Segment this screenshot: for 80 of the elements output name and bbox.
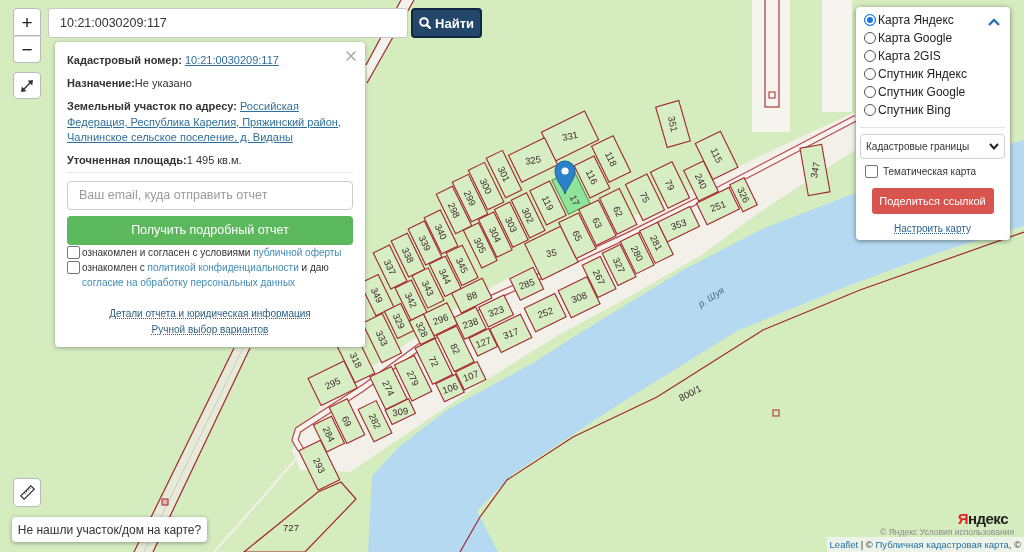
parcel-number: 267 <box>590 267 608 287</box>
field-value: Не указано <box>134 77 192 89</box>
consent-text: ознакомлен и согласен с условиями публичной оферты <box>82 245 342 260</box>
parcel-number: 305 <box>471 235 489 255</box>
parcel-number: 35 <box>545 246 558 260</box>
parcel-number: 69 <box>339 413 355 429</box>
parcel-number: 727 <box>283 521 299 533</box>
parcel-number: 333 <box>373 328 391 348</box>
parcel-number: 88 <box>464 288 479 303</box>
parcel-number: 281 <box>648 233 665 253</box>
attribution-text: | © <box>859 538 874 552</box>
parcel-number: 63 <box>590 215 605 230</box>
parcel-number: 337 <box>381 257 399 277</box>
field-label: Назначение: <box>67 77 135 89</box>
parcel-number: 309 <box>391 404 410 419</box>
parcel-number: 115 <box>708 146 725 165</box>
parcel-number: 344 <box>436 266 454 286</box>
field-label: Земельный участок по адресу: <box>67 100 237 112</box>
parcel-number: 302 <box>519 205 537 225</box>
parcel-number: 107 <box>461 367 481 384</box>
parcel-number: 299 <box>461 188 479 208</box>
parcel-number: 238 <box>460 315 480 331</box>
parcel-number: 325 <box>524 153 542 167</box>
parcel-number: 106 <box>440 380 460 396</box>
parcel-number: 65 <box>570 228 585 243</box>
parcel-number: 252 <box>535 304 555 321</box>
parcel-number: 329 <box>390 311 408 331</box>
parcel-number: 317 <box>501 325 521 342</box>
parcel-number: 298 <box>445 200 463 220</box>
parcel-number: 318 <box>347 350 365 370</box>
parcel-number: 293 <box>310 455 328 475</box>
parcel-number: 326 <box>735 185 752 205</box>
parcel-number: 800/1 <box>676 382 704 404</box>
parcel-number: 331 <box>561 128 579 144</box>
field-label: Кадастровый номер: <box>67 54 182 66</box>
parcel-number: 339 <box>416 233 434 253</box>
parcel-number: 343 <box>419 278 437 298</box>
parcel-number: 251 <box>708 198 728 214</box>
parcel-number: 82 <box>448 341 463 356</box>
parcel-number: 282 <box>366 411 384 431</box>
parcel-number: 79 <box>662 177 678 193</box>
parcel-number: 118 <box>602 149 620 169</box>
parcel-number: 308 <box>569 289 589 306</box>
parcel-number: 75 <box>637 190 653 205</box>
parcel-number: 119 <box>539 193 557 213</box>
parcel-number: 17 <box>567 192 583 208</box>
parcel-number: 301 <box>495 164 513 184</box>
parcel-number: 116 <box>583 167 601 187</box>
parcel-number: 351 <box>665 115 681 133</box>
parcel-number: 327 <box>610 255 628 275</box>
parcel-number: 328 <box>413 319 431 339</box>
parcel-number: 338 <box>399 245 417 265</box>
parcel-number: 347 <box>808 161 822 179</box>
parcel-number: 274 <box>380 378 397 398</box>
parcel-number: 295 <box>323 374 343 392</box>
map-terms-text: © Яндекс Условия использования <box>880 528 1014 537</box>
yandex-logo: Яндекс <box>957 510 1008 527</box>
parcel-number: 296 <box>431 311 450 328</box>
parcel-number: 353 <box>669 216 688 233</box>
parcel-number: 342 <box>402 290 420 310</box>
parcel-number: 72 <box>426 354 442 369</box>
parcel-number: 349 <box>368 285 386 305</box>
attribution-text: , © <box>1008 538 1021 552</box>
parcel-number: 62 <box>610 204 626 219</box>
parcel-number: 284 <box>320 424 338 444</box>
field-label: Уточненная площадь: <box>67 154 187 166</box>
parcel-number: 279 <box>404 368 422 388</box>
field-value: 1 495 кв.м. <box>186 154 242 166</box>
parcel-number: 127 <box>473 334 493 351</box>
parcel-number: 285 <box>517 275 537 292</box>
river-label: р. Шуя <box>695 284 727 310</box>
parcel-number: 340 <box>432 222 450 242</box>
consent-text: ознакомлен с политикой конфиденциальности и даю согласие на обработку персональных данных <box>82 260 330 290</box>
parcel-number: 345 <box>453 255 471 275</box>
parcel-number: 303 <box>502 215 520 235</box>
parcel-number: 323 <box>486 303 506 319</box>
parcel-number: 300 <box>477 176 495 196</box>
parcel-number: 240 <box>692 171 710 191</box>
parcel-number: 280 <box>628 243 646 263</box>
parcel-number: 304 <box>486 225 504 245</box>
